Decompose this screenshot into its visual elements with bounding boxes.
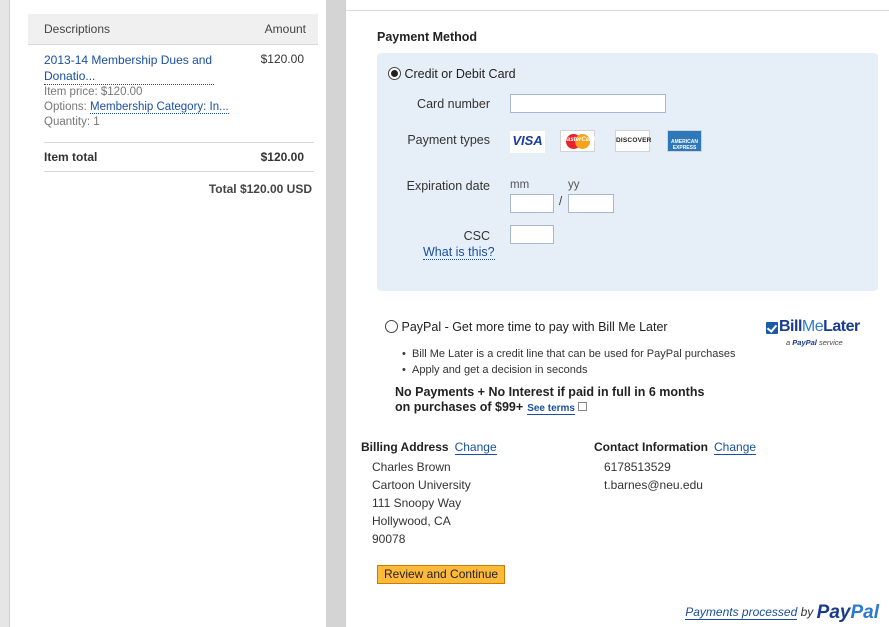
card-radio[interactable] xyxy=(388,67,401,80)
payments-footer: Payments processed by PayPal xyxy=(685,602,879,624)
checkmark-icon xyxy=(766,322,778,334)
payment-types-label: Payment types xyxy=(407,133,490,147)
cart-header: Descriptions Amount xyxy=(28,14,318,45)
paypal-pay: Pay xyxy=(816,602,851,623)
paypal-option[interactable]: PayPal - Get more time to pay with Bill … xyxy=(385,320,668,334)
expiry-slash: / xyxy=(559,196,563,208)
item-name-line1: 2013-14 Membership Dues and xyxy=(44,53,213,67)
what-is-this-link[interactable]: What is this? xyxy=(423,245,495,260)
payment-method-title: Payment Method xyxy=(377,30,478,44)
mastercard-label: MasterCard xyxy=(562,137,596,143)
billing-address-section: Billing Address Change xyxy=(361,440,497,455)
expiration-label: Expiration date xyxy=(406,179,490,193)
paypal-radio[interactable] xyxy=(385,320,398,333)
paypal-option-label: PayPal - Get more time to pay with Bill … xyxy=(401,320,668,334)
external-link-icon xyxy=(578,402,587,411)
contact-information-section: Contact Information Change xyxy=(594,440,757,455)
promo-line-1: No Payments + No Interest if paid in ful… xyxy=(395,385,705,399)
item-options: Options: Membership Category: In... xyxy=(44,100,314,115)
options-link[interactable]: Membership Category: In... xyxy=(90,101,229,114)
expiry-year-input[interactable] xyxy=(568,194,614,213)
card-number-label: Card number xyxy=(417,97,490,111)
paypal-logo: PayPal xyxy=(817,602,879,623)
card-payment-box: Credit or Debit Card Card number Payment… xyxy=(377,53,878,291)
descriptions-header: Descriptions xyxy=(44,22,111,36)
bml-me: Me xyxy=(801,318,824,335)
cart-item: 2013-14 Membership Dues and Donatio... $1… xyxy=(44,52,314,130)
yy-label: yy xyxy=(568,179,580,191)
billing-address: Charles Brown Cartoon University 111 Sno… xyxy=(372,458,471,548)
left-window-edge xyxy=(0,0,10,627)
mm-label: mm xyxy=(510,179,530,191)
expiry-month-input[interactable] xyxy=(510,194,554,213)
visa-label: VISA xyxy=(512,133,543,148)
billing-line-5: 90078 xyxy=(372,532,406,546)
amex-label: AMERICAN EXPRESS xyxy=(671,139,698,151)
item-name-link[interactable]: 2013-14 Membership Dues and Donatio... xyxy=(44,52,214,85)
payment-panel: Payment Method Credit or Debit Card Card… xyxy=(346,0,889,627)
billing-line-3: 111 Snoopy Way xyxy=(372,496,462,510)
card-option[interactable]: Credit or Debit Card xyxy=(388,67,516,81)
bill-me-later-logo: BillMeLater a PayPal service xyxy=(766,318,866,351)
visa-icon: VISA xyxy=(510,131,545,153)
bml-sub-brand: PayPal xyxy=(792,338,817,347)
total-divider xyxy=(44,171,314,172)
contact-email: t.barnes@neu.edu xyxy=(604,478,703,492)
discover-label: DISCOVER xyxy=(616,137,652,144)
item-price: Item price: $120.00 xyxy=(44,86,143,98)
bml-sub-suffix: service xyxy=(818,338,843,347)
billing-address-title: Billing Address xyxy=(361,440,449,454)
card-option-label: Credit or Debit Card xyxy=(404,67,516,81)
billing-line-2: Cartoon University xyxy=(372,478,471,492)
cart-summary: Descriptions Amount 2013-14 Membership D… xyxy=(18,0,318,627)
item-total-amount: $120.00 xyxy=(260,150,304,164)
bml-promo: No Payments + No Interest if paid in ful… xyxy=(395,385,704,416)
promo-line-2: on purchases of $99+ xyxy=(395,400,524,414)
discover-icon: DISCOVER xyxy=(615,130,652,152)
bml-bill: Bill xyxy=(779,318,802,335)
csc-label: CSC xyxy=(463,229,490,243)
billing-line-1: Charles Brown xyxy=(372,460,451,474)
payments-processed-link[interactable]: Payments processed xyxy=(685,605,798,620)
card-number-input[interactable] xyxy=(510,94,666,113)
item-divider xyxy=(44,142,314,143)
footer-by: by xyxy=(800,605,814,619)
top-divider xyxy=(346,10,889,11)
amount-header: Amount xyxy=(264,22,306,36)
item-amount: $120.00 xyxy=(260,52,304,66)
bml-bullet-1: Bill Me Later is a credit line that can … xyxy=(402,346,735,362)
review-and-continue-button[interactable]: Review and Continue xyxy=(377,565,506,584)
bml-bullets: Bill Me Later is a credit line that can … xyxy=(402,346,735,378)
contact-information: 6178513529 t.barnes@neu.edu xyxy=(604,458,703,494)
item-total-label: Item total xyxy=(44,150,98,164)
billing-line-4: Hollywood, CA xyxy=(372,514,451,528)
contact-phone: 6178513529 xyxy=(604,460,671,474)
contact-change-link[interactable]: Change xyxy=(714,440,757,455)
item-quantity: Quantity: 1 xyxy=(44,116,100,128)
amex-icon: AMERICAN EXPRESS xyxy=(667,130,702,152)
item-name-line2: Donatio... xyxy=(44,69,96,83)
item-total-row: Item total $120.00 xyxy=(44,150,304,164)
bml-sub-prefix: a xyxy=(786,338,791,347)
options-prefix: Options: xyxy=(44,101,87,113)
see-terms-link[interactable]: See terms xyxy=(527,403,575,415)
bml-bullet-2: Apply and get a decision in seconds xyxy=(402,362,735,378)
contact-information-title: Contact Information xyxy=(594,440,708,454)
csc-input[interactable] xyxy=(510,225,554,244)
bml-later: Later xyxy=(823,318,860,335)
mastercard-icon: MasterCard xyxy=(560,130,595,152)
billing-change-link[interactable]: Change xyxy=(454,440,497,455)
grand-total: Total $120.00 USD xyxy=(208,182,312,196)
panel-separator xyxy=(326,0,346,627)
paypal-pal: Pal xyxy=(850,602,879,623)
